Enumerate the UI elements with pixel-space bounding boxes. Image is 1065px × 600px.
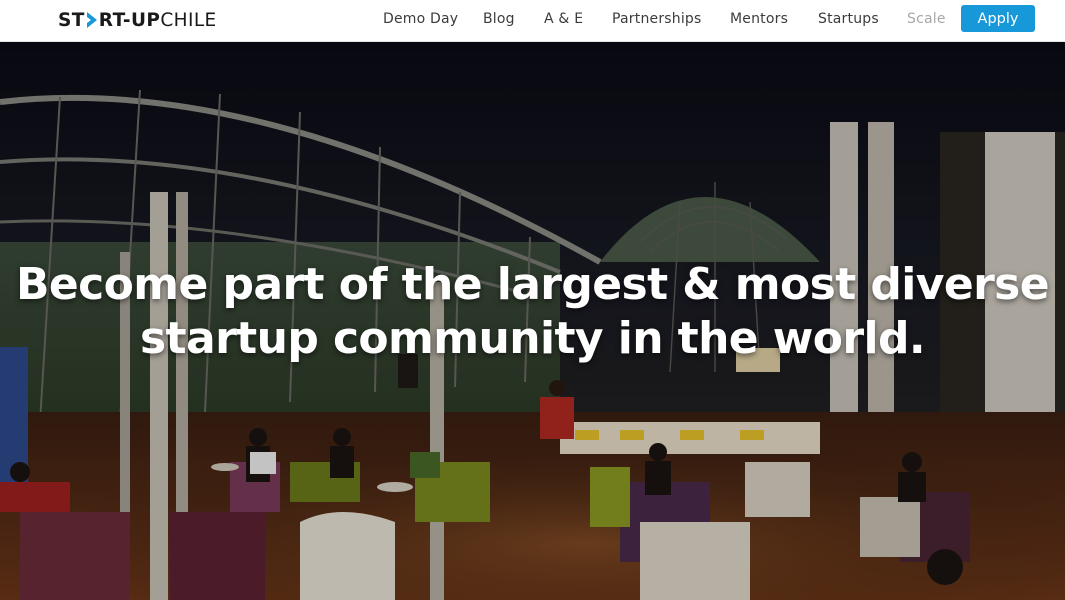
nav-item-blog[interactable]: Blog: [483, 11, 515, 27]
nav-item-mentors[interactable]: Mentors: [730, 11, 788, 27]
nav-item-startups[interactable]: Startups: [818, 11, 879, 27]
hero-banner: Become part of the largest & most divers…: [0, 42, 1065, 600]
main-nav: Demo Day Blog A & E Partnerships Mentors…: [0, 0, 1065, 42]
hero-headline: Become part of the largest & most divers…: [0, 258, 1065, 366]
apply-button[interactable]: Apply: [961, 5, 1035, 32]
hero-headline-line1: Become part of the largest & most divers…: [15, 259, 1050, 310]
top-navbar: ST RT-UP CHILE Demo Day Blog A & E Partn…: [0, 0, 1065, 42]
hero-headline-line2: startup community in the world.: [139, 313, 926, 364]
nav-item-partnerships[interactable]: Partnerships: [612, 11, 702, 27]
nav-item-scale[interactable]: Scale: [907, 11, 946, 27]
nav-item-a-and-e[interactable]: A & E: [544, 11, 583, 27]
nav-item-demo-day[interactable]: Demo Day: [383, 11, 458, 27]
